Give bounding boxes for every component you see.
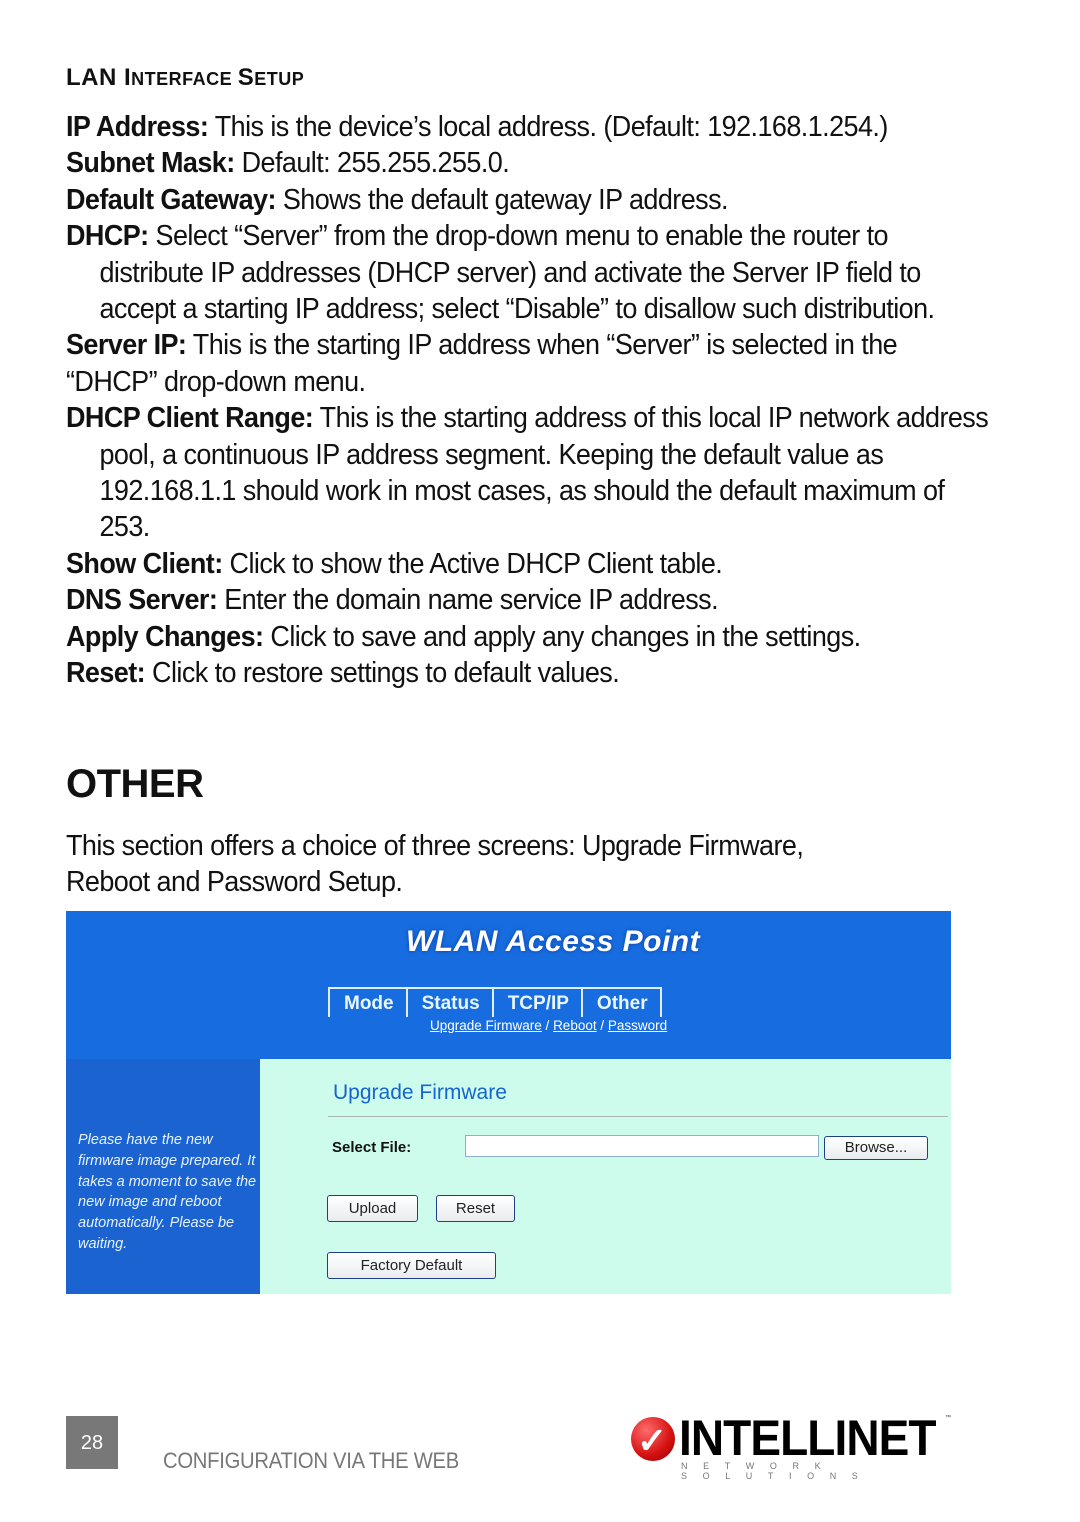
separator: /	[596, 1018, 608, 1033]
definition-apply-changes: Apply Changes: Click to save and apply a…	[66, 619, 959, 655]
definition-dhcp: DHCP: Select “Server” from the drop-down…	[66, 218, 964, 327]
other-sublinks: Upgrade Firmware / Reboot / Password	[430, 1018, 667, 1033]
description: Enter the domain name service IP address…	[217, 584, 719, 617]
term: Server IP:	[66, 329, 187, 362]
link-upgrade-firmware[interactable]: Upgrade Firmware	[430, 1018, 542, 1033]
description: This is the device’s local address. (Def…	[208, 111, 889, 143]
browse-button[interactable]: Browse...	[824, 1136, 928, 1160]
description: Click to show the Active DHCP Client tab…	[222, 547, 723, 580]
tab-other[interactable]: Other	[580, 987, 662, 1017]
definition-dns-server: DNS Server: Enter the domain name servic…	[66, 582, 903, 618]
term: Show Client:	[66, 547, 223, 580]
factory-default-button[interactable]: Factory Default	[327, 1252, 496, 1279]
brand-name: INTELLINET	[679, 1410, 936, 1466]
definition-ip-address: IP Address: This is the device’s local a…	[66, 109, 903, 145]
app-title: WLAN Access Point	[406, 925, 701, 958]
term: IP Address:	[66, 111, 209, 143]
lan-interface-setup-heading: LAN INTERFACE SETUP	[66, 64, 304, 92]
tab-status[interactable]: Status	[405, 987, 492, 1017]
term: Subnet Mask:	[66, 147, 235, 180]
upgrade-firmware-screenshot: WLAN Access Point Mode Status TCP/IP Oth…	[66, 911, 951, 1294]
term: Apply Changes:	[66, 620, 264, 653]
heading-part: LAN	[66, 64, 124, 91]
file-path-input[interactable]	[465, 1135, 819, 1157]
definition-default-gateway: Default Gateway: Shows the default gatew…	[66, 182, 903, 218]
description: Click to restore settings to default val…	[145, 657, 620, 690]
separator: /	[541, 1018, 554, 1033]
trademark: ™	[945, 1415, 951, 1421]
heading-part: S	[237, 64, 255, 91]
term: Reset:	[66, 657, 146, 690]
description: Select “Server” from the drop-down menu …	[99, 220, 935, 326]
definition-show-client: Show Client: Click to show the Active DH…	[66, 546, 903, 582]
tab-mode[interactable]: Mode	[328, 987, 406, 1017]
page-title: Upgrade Firmware	[333, 1081, 507, 1104]
main-tabs: Mode Status TCP/IP Other	[328, 987, 662, 1017]
help-sidebar: Please have the new firmware image prepa…	[66, 1059, 260, 1294]
description: Click to save and apply any changes in t…	[263, 620, 861, 653]
definition-subnet-mask: Subnet Mask: Default: 255.255.255.0.	[66, 145, 903, 181]
help-text: Please have the new firmware image prepa…	[78, 1132, 257, 1252]
page-number: 28	[66, 1416, 118, 1469]
heading-part: NTERFACE	[131, 69, 238, 89]
link-password[interactable]: Password	[608, 1018, 667, 1033]
term: DHCP Client Range:	[66, 402, 314, 435]
other-section-intro: This section offers a choice of three sc…	[66, 830, 804, 899]
link-reboot[interactable]: Reboot	[553, 1018, 597, 1033]
heading-part: ETUP	[254, 69, 305, 89]
app-header: WLAN Access Point Mode Status TCP/IP Oth…	[66, 911, 951, 1059]
reset-button[interactable]: Reset	[436, 1195, 515, 1222]
brand-tagline: NETWORK SOLUTIONS	[681, 1461, 874, 1481]
definition-dhcp-client-range: DHCP Client Range: This is the starting …	[66, 400, 992, 546]
checkmark-icon: ✓	[637, 1420, 668, 1461]
description: Default: 255.255.255.0.	[234, 147, 510, 180]
lan-definitions: IP Address: This is the device’s local a…	[66, 109, 989, 692]
content-panel: Upgrade Firmware Select File: Browse... …	[260, 1059, 951, 1294]
select-file-label: Select File:	[332, 1139, 412, 1156]
intellinet-logo: ✓ INTELLINET ™ NETWORK SOLUTIONS	[631, 1410, 953, 1481]
description: This is the starting IP address when “Se…	[66, 329, 898, 398]
term: Default Gateway:	[66, 183, 276, 216]
upload-button[interactable]: Upload	[327, 1195, 418, 1222]
term: DHCP:	[66, 220, 149, 253]
chapter-title: CONFIGURATION VIA THE WEB	[163, 1448, 459, 1473]
definition-reset: Reset: Click to restore settings to defa…	[66, 655, 903, 691]
term: DNS Server:	[66, 584, 218, 617]
tab-tcpip[interactable]: TCP/IP	[491, 987, 581, 1017]
description: Shows the default gateway IP address.	[275, 183, 729, 216]
divider	[328, 1116, 948, 1117]
other-section-title: OTHER	[66, 762, 204, 806]
definition-server-ip: Server IP: This is the starting IP addre…	[66, 327, 931, 400]
